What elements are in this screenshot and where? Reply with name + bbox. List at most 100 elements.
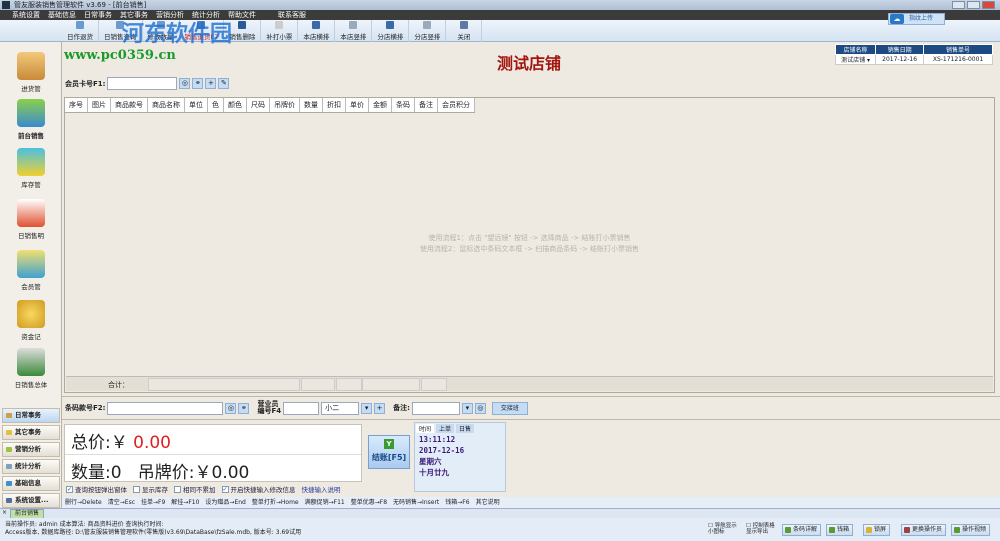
column-header[interactable]: 折扣 (323, 98, 346, 112)
add-icon[interactable]: + (205, 78, 217, 89)
member-row: 会员卡号F1: ◎ ⚭ + ✎ (65, 77, 230, 90)
barcode-input[interactable] (107, 401, 224, 415)
salesman-code-input[interactable] (283, 401, 320, 415)
column-header[interactable]: 会员积分 (438, 98, 475, 112)
nav-other[interactable]: 其它事务 (2, 425, 60, 440)
nav-basic[interactable]: 基础信息 (2, 476, 60, 491)
salesman-select[interactable]: 小二 (321, 401, 360, 415)
sales-grid[interactable]: 序号 图片 商品款号 商品名称 单位色颜色 尺码 吊牌价 数量 折扣 单价 金额 条码 备注 会员积分 使… (64, 97, 995, 393)
total-row: 合计： (66, 376, 993, 391)
sidebar-item-member[interactable]: 会员管 (0, 250, 62, 291)
option-checkbox[interactable]: ✓ 开启快捷输入修改信息 (221, 484, 296, 494)
column-header[interactable]: 图片 (88, 98, 111, 112)
sidebar-item-front-sales[interactable]: 前台销售 (0, 99, 62, 140)
column-header[interactable]: 商品名称 (148, 98, 185, 112)
column-header[interactable]: 商品款号 (111, 98, 148, 112)
tab-last-order[interactable]: 上单 (436, 424, 455, 433)
toolbar-button[interactable]: 本店横排 (298, 20, 336, 42)
menu-help[interactable]: 帮助文件 (228, 10, 256, 20)
menu-daily[interactable]: 日常事务 (84, 10, 112, 20)
checkout-icon: Y (384, 439, 394, 449)
menu-contact[interactable]: 联系客服 (278, 10, 306, 20)
fingerprint-upload-button[interactable]: ☁ 指纹上传 (888, 13, 945, 25)
shift-handover-button[interactable]: 交接班 (491, 401, 528, 415)
money-chart-icon (17, 348, 45, 376)
nav-stats[interactable]: 统计分析 (2, 459, 60, 474)
swipe-icon[interactable]: ◎ (179, 78, 191, 89)
column-header[interactable]: 金额 (369, 98, 392, 112)
options-row: ✓ 查询按钮弹出窗体 显示库存 相同不累加 ✓ 开启快捷输入修改信息 快捷输入说明 (66, 484, 341, 494)
column-header[interactable]: 备注 (415, 98, 438, 112)
shortcut-hint: 删行→Delete (65, 499, 102, 506)
quick-input-help-link[interactable]: 快捷输入说明 (302, 484, 341, 494)
menu-basic[interactable]: 基础信息 (48, 10, 76, 20)
sidebar-item-inventory[interactable]: 库存管 (0, 148, 62, 189)
export-option[interactable]: ☐ 控制表格显示导出 (746, 523, 776, 535)
column-header[interactable]: 色 (208, 98, 224, 112)
dropdown-icon[interactable]: ▾ (361, 402, 373, 414)
tab-bar: × 前台销售 (0, 508, 1000, 519)
column-header[interactable]: 吊牌价 (270, 98, 300, 112)
shortcut-hint: 设为赠品→End (205, 499, 246, 506)
small-icon-option[interactable]: ☐ 导航显示小图标 (708, 523, 738, 535)
cash-drawer-button[interactable]: 钱箱 (826, 524, 854, 536)
add-icon[interactable]: + (374, 402, 386, 414)
column-header[interactable]: 数量 (300, 98, 323, 112)
store-select[interactable]: 测试店铺 ▾ (834, 54, 877, 65)
edit-icon[interactable]: ✎ (218, 78, 230, 89)
binoculars-icon[interactable]: ⚭ (192, 78, 204, 89)
close-button[interactable] (982, 1, 995, 9)
close-tool-button[interactable]: 关闭 (446, 20, 483, 42)
time-panel: 时间 上单 日售 13:11:12 2017-12-16 星期六 十月廿九 (414, 422, 506, 492)
toolbar-button[interactable]: 日作退货 (62, 20, 99, 42)
option-checkbox[interactable]: 显示库存 (133, 484, 168, 494)
swipe-icon[interactable]: ◎ (225, 402, 237, 414)
shortcut-hint: 清空→Esc (107, 499, 135, 506)
nav-system[interactable]: 系统设置... (2, 493, 60, 508)
close-tab-icon[interactable]: × (2, 509, 7, 516)
order-number: XS-171216-0001 (923, 54, 993, 65)
option-checkbox[interactable]: 相同不累加 (174, 484, 216, 494)
minimize-button[interactable] (952, 1, 965, 9)
checkout-button[interactable]: Y 结账[F5] (368, 435, 410, 469)
remark-input[interactable] (411, 401, 460, 415)
toolbar-button[interactable]: 补打小票 (261, 20, 299, 42)
sidebar-item-purchase[interactable]: 进货管 (0, 52, 62, 93)
total-price: 总价:￥ 0.00 (71, 433, 171, 453)
barcode-help-button[interactable]: 条码详解 (782, 524, 822, 536)
shortcut-hint: 钱箱→F6 (445, 499, 470, 506)
column-header[interactable]: 单位 (185, 98, 208, 112)
dropdown-icon[interactable]: ▾ (461, 402, 473, 414)
maximize-button[interactable] (967, 1, 980, 9)
column-header[interactable]: 颜色 (224, 98, 247, 112)
column-header[interactable]: 单价 (346, 98, 369, 112)
sidebar-item-daily-total[interactable]: 日销售总体 (0, 348, 62, 389)
tab-daily-sales[interactable]: 日售 (456, 424, 475, 433)
usage-hints: 使用流程1：点击 "望远镜" 按钮 -> 选择商品 -> 结账打小票销售 使用流程… (419, 234, 640, 253)
sidebar-item-daily-detail[interactable]: 日销售明 (0, 199, 62, 240)
shortcut-hint: 整单打折→Home (251, 499, 299, 506)
sidebar: 进货管 前台销售 库存管 日销售明 会员管 资金记 日销售总体 日常事务 其它事… (0, 42, 62, 508)
toolbar-button[interactable]: 本店竖排 (335, 20, 373, 42)
tab-time[interactable]: 时间 (416, 424, 435, 433)
column-header[interactable]: 条码 (392, 98, 415, 112)
tutorial-video-button[interactable]: 操作视频 (951, 524, 991, 536)
nav-daily[interactable]: 日常事务 (2, 408, 60, 423)
member-card-input[interactable] (107, 77, 178, 90)
nav-marketing[interactable]: 营销分析 (2, 442, 60, 457)
barcode-row: 条码款号F2: ◎ ⚭ 营业员 编号F4 小二 ▾ + 备注: ▾ ◎ 交接班 (62, 396, 1000, 420)
sidebar-item-funds[interactable]: 资金记 (0, 300, 62, 341)
toolbar-button[interactable]: 分店横排 (372, 20, 410, 42)
option-checkbox[interactable]: ✓ 查询按钮弹出窗体 (66, 484, 127, 494)
shortcut-hint: 满额促销→F11 (304, 499, 345, 506)
shortcut-bar: 删行→Delete 清空→Esc 挂单→F9 解挂→F10 设为赠品→End 整单打折→H… (62, 497, 1000, 508)
change-operator-button[interactable]: 更换操作员 (901, 524, 947, 536)
menu-system[interactable]: 系统设置 (12, 10, 40, 20)
binoculars-icon[interactable]: ⚭ (238, 402, 250, 414)
swipe-icon[interactable]: ◎ (474, 402, 486, 414)
shortcut-hint: 无码销售→Insert (393, 499, 440, 506)
lock-screen-button[interactable]: 锁屏 (863, 524, 891, 536)
toolbar-button[interactable]: 分店竖排 (409, 20, 447, 42)
column-header[interactable]: 序号 (65, 98, 88, 112)
column-header[interactable]: 尺码 (247, 98, 270, 112)
